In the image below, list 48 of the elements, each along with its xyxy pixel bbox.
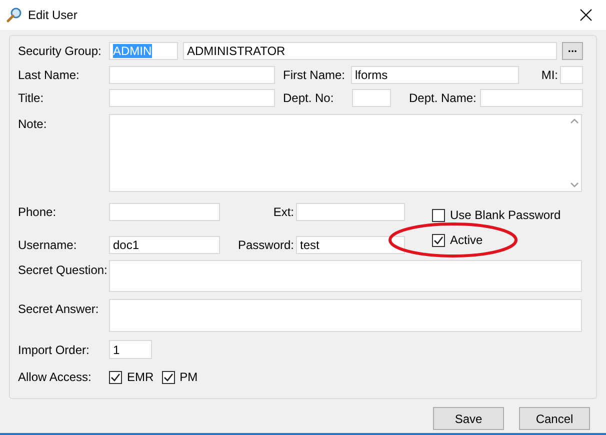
field-label: Password: bbox=[236, 238, 295, 252]
field-label: Phone: bbox=[18, 205, 58, 219]
checkbox-label: PM bbox=[180, 370, 198, 384]
checkbox[interactable] bbox=[432, 234, 445, 246]
text-field[interactable] bbox=[109, 89, 275, 107]
text-field[interactable]: 1 bbox=[109, 340, 152, 359]
field-label: Allow Access: bbox=[18, 370, 92, 384]
note-field[interactable] bbox=[109, 114, 582, 192]
field-label: Title: bbox=[18, 91, 45, 105]
text-field[interactable] bbox=[109, 260, 582, 292]
field-text: ADMIN bbox=[113, 44, 152, 58]
text-field[interactable] bbox=[109, 66, 275, 84]
dialog-button[interactable]: Save bbox=[433, 407, 504, 430]
text-field[interactable] bbox=[560, 66, 583, 84]
text-field[interactable]: doc1 bbox=[109, 236, 220, 254]
field-label: Dept. Name: bbox=[409, 91, 478, 105]
field-label: Import Order: bbox=[18, 342, 90, 356]
search-icon bbox=[6, 7, 22, 23]
checkbox-label: Use Blank Password bbox=[450, 208, 561, 222]
checkbox[interactable] bbox=[162, 370, 175, 384]
text-field[interactable] bbox=[109, 299, 582, 332]
field-label: Dept. No: bbox=[283, 91, 335, 105]
field-label: Secret Answer: bbox=[18, 302, 100, 316]
field-label: MI: bbox=[540, 68, 559, 82]
close-icon[interactable] bbox=[580, 9, 592, 21]
text-field[interactable] bbox=[352, 89, 391, 107]
browse-button[interactable]: ... bbox=[562, 42, 583, 60]
scroll-up-icon[interactable] bbox=[570, 118, 579, 124]
text-field[interactable] bbox=[296, 203, 405, 221]
field-label: Security Group: bbox=[18, 44, 102, 58]
field-label: Username: bbox=[18, 238, 78, 252]
text-field[interactable]: lforms bbox=[351, 66, 519, 84]
checkbox-label: EMR bbox=[127, 370, 154, 384]
field-label: Last Name: bbox=[18, 68, 80, 82]
field-label: Ext: bbox=[272, 205, 295, 219]
field-label: First Name: bbox=[283, 68, 346, 82]
checkbox-label: Active bbox=[450, 233, 483, 247]
checkbox[interactable] bbox=[432, 208, 445, 222]
window-title: Edit User bbox=[28, 8, 78, 22]
checkbox[interactable] bbox=[109, 370, 122, 384]
text-field[interactable]: ADMINISTRATOR bbox=[183, 42, 557, 60]
field-label: Secret Question: bbox=[18, 263, 108, 277]
text-field[interactable] bbox=[109, 203, 220, 221]
scroll-down-icon[interactable] bbox=[570, 182, 579, 188]
text-field[interactable] bbox=[480, 89, 583, 107]
field-label: Note: bbox=[18, 117, 48, 131]
text-field[interactable]: test bbox=[296, 236, 405, 254]
dialog-button[interactable]: Cancel bbox=[519, 407, 590, 430]
